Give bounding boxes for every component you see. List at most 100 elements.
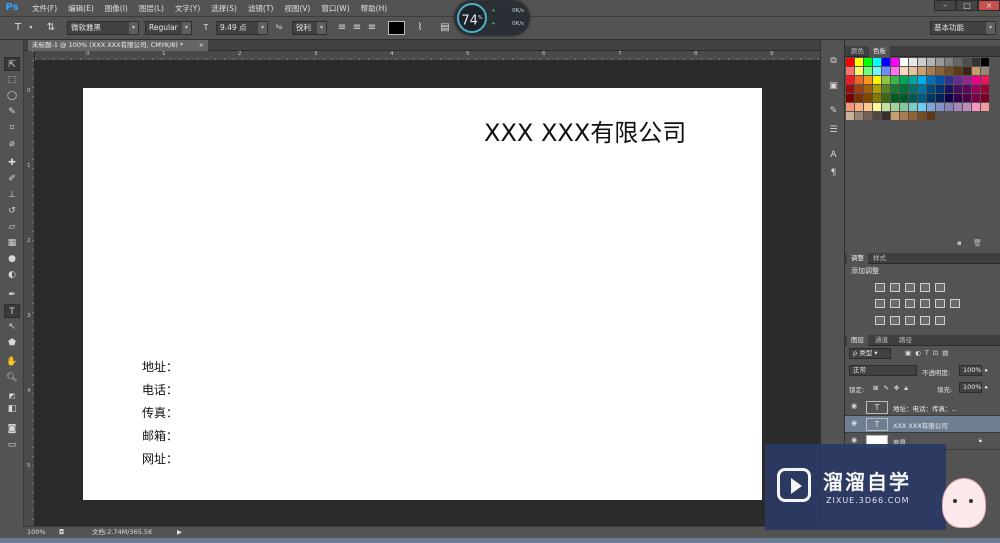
color-swatch[interactable] bbox=[909, 103, 917, 111]
color-swatch[interactable] bbox=[864, 67, 872, 75]
color-swatch[interactable] bbox=[882, 112, 890, 120]
color-swatch[interactable] bbox=[846, 103, 854, 111]
color-swatch[interactable] bbox=[963, 94, 971, 102]
color-swatch[interactable] bbox=[927, 94, 935, 102]
color-swatch[interactable] bbox=[945, 76, 953, 84]
color-swatch[interactable] bbox=[972, 58, 980, 66]
color-swatch[interactable] bbox=[873, 94, 881, 102]
color-swatch[interactable] bbox=[873, 112, 881, 120]
color-swatch[interactable] bbox=[945, 67, 953, 75]
brush-tool-icon[interactable]: ✐ bbox=[4, 172, 20, 186]
tab-adjustments[interactable]: 调整 bbox=[847, 253, 868, 264]
color-swatch[interactable] bbox=[927, 85, 935, 93]
color-swatch[interactable] bbox=[864, 58, 872, 66]
color-swatch[interactable] bbox=[846, 94, 854, 102]
color-swatch[interactable] bbox=[864, 94, 872, 102]
align-right-icon[interactable]: ≡ bbox=[366, 21, 378, 35]
color-swatch[interactable] bbox=[855, 103, 863, 111]
color-swatch[interactable] bbox=[891, 76, 899, 84]
color-swatch[interactable] bbox=[900, 103, 908, 111]
hand-tool-icon[interactable]: ✋ bbox=[4, 355, 20, 369]
marquee-tool-icon[interactable]: ⬚ bbox=[4, 73, 20, 87]
foreground-background-colors-icon[interactable]: ◧ bbox=[4, 402, 20, 416]
minimize-button[interactable]: – bbox=[934, 0, 956, 11]
tab-channels[interactable]: 通道 bbox=[871, 335, 892, 346]
color-swatch[interactable] bbox=[846, 67, 854, 75]
font-style-select[interactable]: Regular ▾ bbox=[145, 21, 192, 35]
color-swatch[interactable] bbox=[963, 58, 971, 66]
color-swatch[interactable] bbox=[927, 76, 935, 84]
color-swatch[interactable] bbox=[954, 67, 962, 75]
menu-edit[interactable]: 编辑(E) bbox=[68, 3, 94, 14]
color-swatch[interactable] bbox=[909, 58, 917, 66]
blur-tool-icon[interactable]: ● bbox=[4, 252, 20, 266]
color-swatch[interactable] bbox=[972, 103, 980, 111]
text-tool-preset-icon[interactable]: T bbox=[10, 21, 26, 35]
color-swatch[interactable] bbox=[882, 67, 890, 75]
color-swatch[interactable] bbox=[936, 67, 944, 75]
channel-mixer-icon[interactable] bbox=[935, 299, 945, 308]
color-swatch[interactable] bbox=[846, 58, 854, 66]
brightness-icon[interactable] bbox=[875, 283, 885, 292]
color-swatch[interactable] bbox=[927, 112, 935, 120]
address-label[interactable]: 地址： bbox=[142, 358, 178, 375]
zoom-tool-icon[interactable]: 🔍︎ bbox=[4, 371, 20, 385]
color-swatch[interactable] bbox=[882, 103, 890, 111]
default-colors-icon[interactable]: ◩ bbox=[4, 389, 20, 403]
eye-icon[interactable]: ◉ bbox=[851, 436, 857, 444]
history-brush-tool-icon[interactable]: ↺ bbox=[4, 204, 20, 218]
character-panel-strip-icon[interactable]: A bbox=[826, 149, 841, 162]
threshold-icon[interactable] bbox=[905, 316, 915, 325]
menu-help[interactable]: 帮助(H) bbox=[361, 3, 388, 14]
close-tab-icon[interactable]: × bbox=[199, 40, 204, 51]
color-swatch[interactable] bbox=[846, 112, 854, 120]
tab-paths[interactable]: 路径 bbox=[895, 335, 916, 346]
document-size[interactable]: 文档:2.74M/365.5K bbox=[92, 527, 152, 538]
color-swatch[interactable] bbox=[972, 85, 980, 93]
color-swatch[interactable] bbox=[981, 76, 989, 84]
color-swatch[interactable] bbox=[855, 94, 863, 102]
color-lookup-icon[interactable] bbox=[950, 299, 960, 308]
posterize-icon[interactable] bbox=[890, 316, 900, 325]
crop-tool-icon[interactable]: ⌗ bbox=[4, 121, 20, 135]
menu-select[interactable]: 选择(S) bbox=[211, 3, 237, 14]
color-swatch[interactable] bbox=[900, 58, 908, 66]
color-swatch[interactable] bbox=[873, 103, 881, 111]
color-swatch[interactable] bbox=[963, 85, 971, 93]
color-swatch[interactable] bbox=[864, 103, 872, 111]
color-swatch[interactable] bbox=[864, 85, 872, 93]
color-swatch[interactable] bbox=[936, 94, 944, 102]
color-swatch[interactable] bbox=[981, 67, 989, 75]
pen-tool-icon[interactable]: ✒ bbox=[4, 288, 20, 302]
text-orientation-icon[interactable]: ⇅ bbox=[44, 21, 58, 35]
font-size-select[interactable]: 9.49 点 ▾ bbox=[216, 21, 268, 35]
workspace-select[interactable]: 基本功能 ▾ bbox=[930, 21, 996, 35]
color-swatch[interactable] bbox=[954, 94, 962, 102]
photo-filter-icon[interactable] bbox=[920, 299, 930, 308]
color-swatch[interactable] bbox=[900, 85, 908, 93]
black-white-icon[interactable] bbox=[905, 299, 915, 308]
color-swatch[interactable] bbox=[909, 94, 917, 102]
eye-icon[interactable]: ◉ bbox=[851, 402, 857, 410]
color-swatch[interactable] bbox=[918, 58, 926, 66]
color-swatch[interactable] bbox=[864, 112, 872, 120]
color-swatch[interactable] bbox=[864, 76, 872, 84]
color-swatch[interactable] bbox=[954, 76, 962, 84]
eraser-tool-icon[interactable]: ▱ bbox=[4, 220, 20, 234]
selective-color-icon[interactable] bbox=[935, 316, 945, 325]
antialias-select[interactable]: 锐利 ▾ bbox=[292, 21, 327, 35]
color-swatch[interactable] bbox=[882, 76, 890, 84]
lock-icons[interactable]: ⊠✎✥🔒︎ bbox=[873, 384, 913, 393]
color-swatch[interactable] bbox=[945, 94, 953, 102]
paragraph-panel-icon[interactable]: ¶ bbox=[826, 167, 841, 180]
color-swatch[interactable] bbox=[963, 103, 971, 111]
menu-image[interactable]: 图像(I) bbox=[105, 3, 128, 14]
screen-mode-icon[interactable]: ▭ bbox=[4, 438, 20, 452]
align-left-icon[interactable]: ≡ bbox=[336, 21, 348, 35]
color-swatch[interactable] bbox=[936, 85, 944, 93]
menu-file[interactable]: 文件(F) bbox=[32, 3, 57, 14]
color-swatch[interactable] bbox=[891, 85, 899, 93]
color-swatch[interactable] bbox=[963, 67, 971, 75]
fax-label[interactable]: 传真： bbox=[142, 404, 178, 421]
color-swatch[interactable] bbox=[927, 67, 935, 75]
